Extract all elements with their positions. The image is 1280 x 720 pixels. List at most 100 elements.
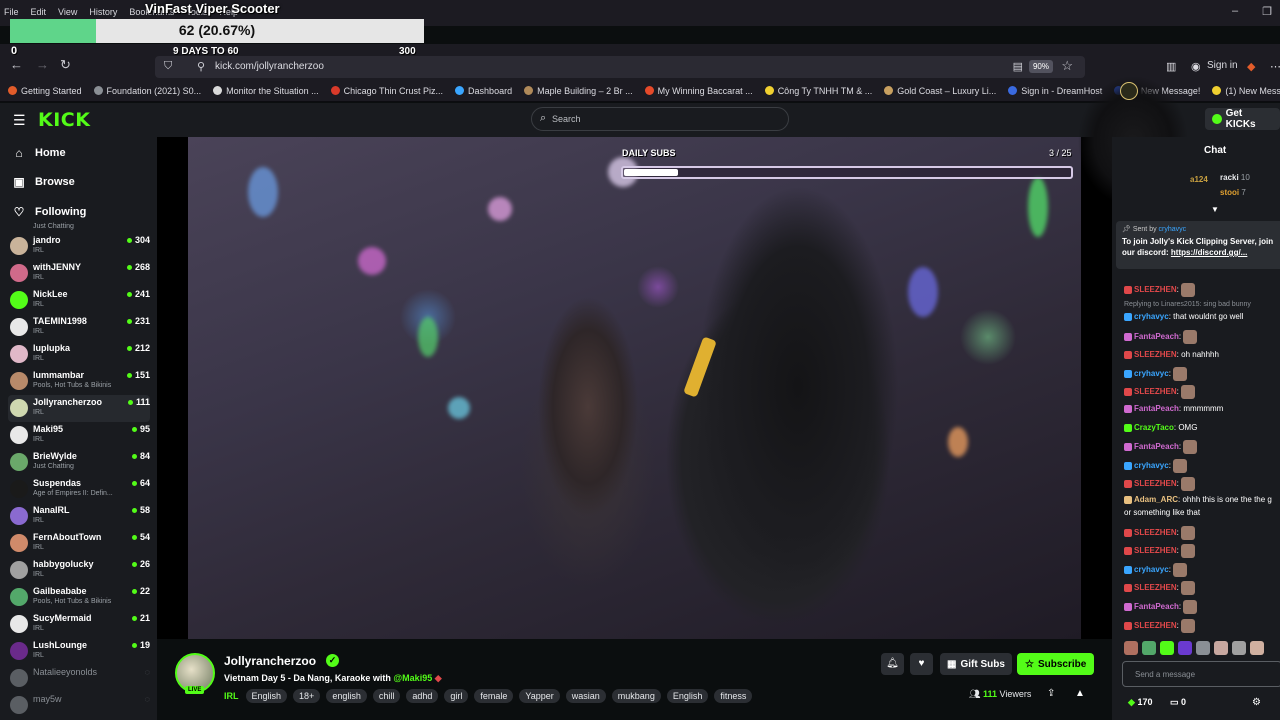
expand-chevron-icon[interactable]: ▼ [1211,205,1219,214]
nav-following[interactable]: ♡ Following [13,205,87,219]
account-icon[interactable]: ◉ [1191,60,1201,73]
video-player[interactable]: DAILY SUBS 3 / 25 [157,137,1112,639]
bookmark-item[interactable]: Công Ty TNHH TM & ... [764,86,872,96]
chat-username[interactable]: cryhavyc [1134,565,1169,574]
chat-input-box[interactable] [1122,661,1280,687]
subscribe-button[interactable]: ☆ Subscribe [1017,653,1095,675]
bookmark-item[interactable]: Dashboard [455,86,512,96]
chat-username[interactable]: FantaPeach [1134,404,1179,413]
search-box[interactable]: ⌕ [531,107,789,131]
bookmark-item[interactable]: Maple Building – 2 Br ... [524,86,633,96]
chat-username[interactable]: CrazyTaco [1134,423,1174,432]
chat-emote-icon[interactable] [1173,563,1188,577]
chat-username[interactable]: SLEEZHEN [1134,285,1177,294]
nav-home[interactable]: ⌂ Home [13,146,65,160]
search-input[interactable] [552,110,772,128]
sidebar-channel-may5w[interactable]: may5w ◌ [8,692,150,719]
bookmark-item[interactable]: Gold Coast – Luxury Li... [884,86,996,96]
emote-icon[interactable] [1214,641,1228,655]
chat-username[interactable]: SLEEZHEN [1134,583,1177,592]
sidebar-toggle-icon[interactable]: ▥ [1166,60,1176,73]
gift-subs-button[interactable]: ▦ Gift Subs [940,653,1012,675]
extension-icon[interactable]: ◆ [1247,60,1255,73]
share-icon[interactable]: ⇪ [1047,688,1055,699]
chat-emote-icon[interactable] [1181,526,1196,540]
chat-username[interactable]: SLEEZHEN [1134,387,1177,396]
bookmark-item[interactable]: My Winning Baccarat ... [644,86,753,96]
reader-view-icon[interactable]: ▤ [1013,60,1023,73]
zoom-badge[interactable]: 90% [1028,60,1053,73]
report-icon[interactable]: ▲ [1075,688,1085,699]
chat-emote-icon[interactable] [1173,367,1188,381]
sidebar-channel-suspendas[interactable]: Suspendas Age of Empires II: Defin... 64 [8,476,150,503]
sidebar-channel-sucymermaid[interactable]: SucyMermaid IRL 21 [8,611,150,638]
follow-heart-icon[interactable]: ♥ [910,653,933,675]
leaderboard-entry[interactable]: racki 10 [1220,173,1250,182]
chat-emote-icon[interactable] [1173,459,1188,473]
chat-username[interactable]: FantaPeach [1134,442,1179,451]
stream-tag[interactable]: female [474,689,514,703]
stream-tag[interactable]: chill [372,689,401,703]
sidebar-channel-taemin1998[interactable]: TAEMIN1998 IRL 231 [8,314,150,341]
chat-username[interactable]: FantaPeach [1134,602,1179,611]
sidebar-channel-lummambar[interactable]: lummambar Pools, Hot Tubs & Bikinis 151 [8,368,150,395]
pinned-link[interactable]: https://discord.gg/... [1171,248,1247,257]
chat-emote-icon[interactable] [1181,619,1196,633]
chat-username[interactable]: SLEEZHEN [1134,546,1177,555]
chat-settings-icon[interactable]: ⚙ [1252,697,1261,708]
stream-tag[interactable]: mukbang [611,689,661,703]
sidebar-channel-fernabouttown[interactable]: FernAboutTown IRL 54 [8,530,150,557]
bookmark-item[interactable]: Getting Started [8,86,82,96]
stream-category[interactable]: IRL [224,691,239,701]
chat-username[interactable]: FantaPeach [1134,332,1179,341]
chat-emote-icon[interactable] [1181,544,1196,558]
chat-username[interactable]: Adam_ARC [1134,495,1178,504]
leaderboard-entry[interactable]: stooi 7 [1220,188,1246,197]
stream-title-mention[interactable]: @Maki95 [393,673,432,683]
points-balance[interactable]: ▭ 0 [1170,697,1186,708]
bookmark-item[interactable]: Chicago Thin Crust Piz... [330,86,443,96]
chat-username[interactable]: SLEEZHEN [1134,350,1177,359]
extensions-menu-icon[interactable]: ⋯ [1270,60,1280,73]
chat-emote-icon[interactable] [1181,283,1196,297]
sidebar-channel-luplupka[interactable]: luplupka IRL 212 [8,341,150,368]
chat-input[interactable] [1135,667,1275,681]
bookmark-star-icon[interactable]: ☆ [1061,58,1073,74]
kick-logo[interactable]: KICK [38,109,90,131]
chat-emote-icon[interactable] [1181,581,1196,595]
chat-emote-icon[interactable] [1183,440,1198,454]
sidebar-channel-nicklee[interactable]: NickLee IRL 241 [8,287,150,314]
stream-tag[interactable]: 18+ [293,689,321,703]
sidebar-channel-gailbeababe[interactable]: Gailbeababe Pools, Hot Tubs & Bikinis 22 [8,584,150,611]
emote-icon[interactable] [1178,641,1192,655]
stream-tag[interactable]: girl [444,689,469,703]
bookmark-item[interactable]: Foundation (2021) S0... [93,86,201,96]
emote-icon[interactable] [1196,641,1210,655]
sidebar-channel-briewylde[interactable]: BrieWylde Just Chatting 84 [8,449,150,476]
stream-tag[interactable]: wasian [565,689,606,703]
stream-tag[interactable]: fitness [714,689,753,703]
stream-tag[interactable]: Yapper [519,689,560,703]
emote-icon[interactable] [1250,641,1264,655]
chat-username[interactable]: cryhavyc [1134,312,1169,321]
chat-username[interactable]: SLEEZHEN [1134,528,1177,537]
menu-icon[interactable]: ☰ [13,112,26,129]
sidebar-channel-withjenny[interactable]: withJENNY IRL 268 [8,260,150,287]
restore-icon[interactable]: ❐ [1262,5,1272,18]
sidebar-channel-jandro[interactable]: jandro IRL 304 [8,233,150,260]
streamer-name[interactable]: Jollyrancherzoo [224,654,316,668]
stream-tag[interactable]: english [326,689,367,703]
sidebar-channel-jollyrancherzoo[interactable]: Jollyrancherzoo IRL 111 [8,395,150,422]
bookmark-item[interactable]: (1) New Message [1212,86,1280,96]
sidebar-channel-nanairl[interactable]: NanaIRL IRL 58 [8,503,150,530]
sidebar-channel-maki95[interactable]: Maki95 IRL 95 [8,422,150,449]
kick-balance[interactable]: ◆ 170 [1128,697,1152,708]
chat-emote-icon[interactable] [1183,600,1198,614]
sign-in-button[interactable]: Sign in [1207,60,1238,71]
sidebar-channel-habbygolucky[interactable]: habbygolucky IRL 26 [8,557,150,584]
bookmark-item[interactable]: Monitor the Situation ... [213,86,319,96]
minimize-icon[interactable]: – [1232,5,1238,18]
stream-tag[interactable]: adhd [406,689,439,703]
nav-browse[interactable]: ▣ Browse [13,175,74,189]
chat-username[interactable]: SLEEZHEN [1134,621,1177,630]
